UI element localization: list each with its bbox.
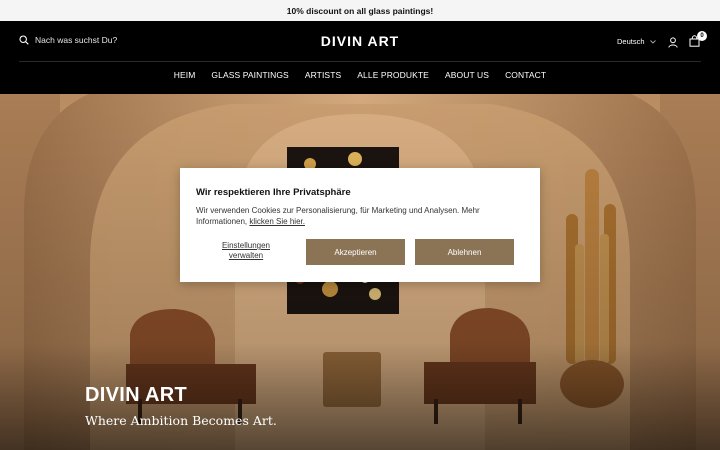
cookie-title: Wir respektieren Ihre Privatsphäre <box>196 187 351 198</box>
nav-item-heim[interactable]: HEIM <box>174 70 196 80</box>
cart-button[interactable]: 0 <box>689 31 707 52</box>
cookie-consent-dialog: Wir respektieren Ihre Privatsphäre Wir v… <box>180 168 540 282</box>
nav-item-artists[interactable]: ARTISTS <box>305 70 341 80</box>
hero-subtitle: Where Ambition Becomes Art. <box>85 413 277 428</box>
main-nav: HEIM GLASS PAINTINGS ARTISTS ALLE PRODUK… <box>0 70 720 80</box>
search-icon[interactable] <box>19 35 29 45</box>
search-placeholder[interactable]: Nach was suchst Du? <box>35 35 117 45</box>
hero-title: DIVIN ART <box>85 384 187 406</box>
header-divider <box>19 61 701 62</box>
accept-button[interactable]: Akzeptieren <box>306 239 405 265</box>
cookie-text-body: Wir verwenden Cookies zur Personalisieru… <box>196 206 480 226</box>
chevron-down-icon <box>649 39 656 44</box>
manage-settings-link[interactable]: Einstellungen verwalten <box>206 241 286 261</box>
decline-button[interactable]: Ablehnen <box>415 239 514 265</box>
nav-item-glass-paintings[interactable]: GLASS PAINTINGS <box>211 70 288 80</box>
nav-item-about-us[interactable]: ABOUT US <box>445 70 489 80</box>
nav-item-contact[interactable]: CONTACT <box>505 70 546 80</box>
nav-item-alle-produkte[interactable]: ALLE PRODUKTE <box>357 70 429 80</box>
announcement-text: 10% discount on all glass paintings! <box>286 5 434 16</box>
cookie-text: Wir verwenden Cookies zur Personalisieru… <box>196 205 516 227</box>
user-icon[interactable] <box>668 37 678 48</box>
cart-count-badge: 0 <box>697 31 707 41</box>
cookie-more-info-link[interactable]: klicken Sie hier. <box>249 217 305 226</box>
account-button[interactable] <box>668 35 678 53</box>
search-field[interactable]: Nach was suchst Du? <box>19 35 117 45</box>
language-label[interactable]: Deutsch <box>617 37 645 46</box>
site-logo[interactable]: DIVIN ART <box>321 33 399 49</box>
site-header: Nach was suchst Du? DIVIN ART Deutsch 0 … <box>0 21 720 94</box>
announcement-bar: 10% discount on all glass paintings! <box>0 0 720 21</box>
language-selector[interactable]: Deutsch <box>617 37 656 46</box>
